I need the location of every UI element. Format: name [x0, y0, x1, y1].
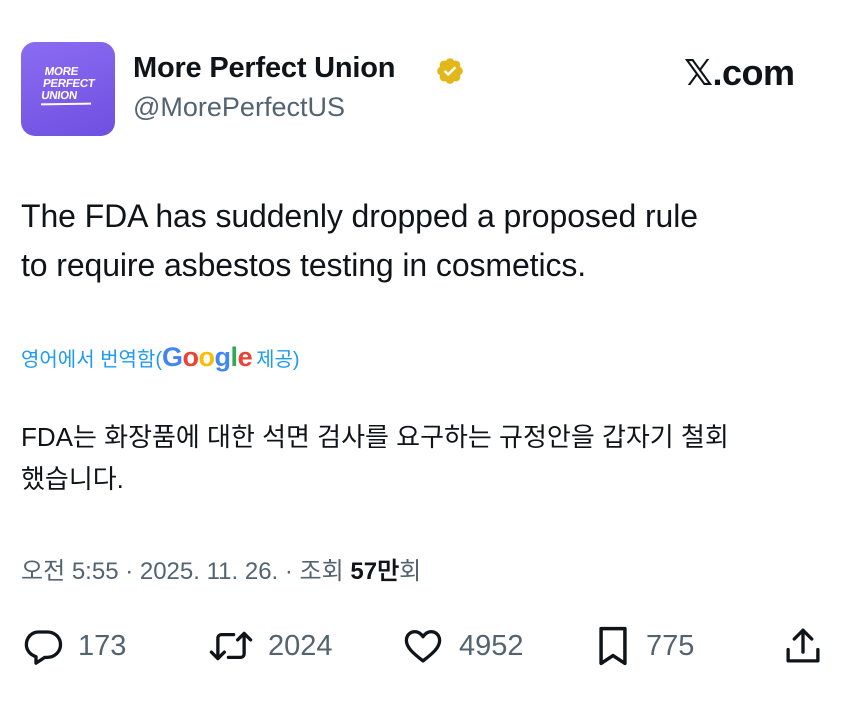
google-logo: Google	[162, 342, 253, 372]
x-com-logo: 𝕏.com	[684, 52, 795, 94]
tweet-timestamp[interactable]: 오전 5:55 · 2025. 11. 26. · 조회	[21, 558, 350, 585]
reply-button[interactable]: 173	[22, 618, 126, 674]
like-button[interactable]: 4952	[401, 618, 524, 674]
like-count: 4952	[459, 629, 524, 662]
view-count: 57만	[350, 558, 400, 585]
x-logo-suffix: .com	[712, 52, 796, 93]
tweet-text-line: to require asbestos testing in cosmetics…	[21, 247, 587, 283]
x-logo-icon: 𝕏	[684, 53, 713, 94]
reply-count: 173	[78, 629, 127, 662]
avatar-logo-line-2: PERFECT	[42, 78, 96, 90]
heart-icon	[404, 629, 442, 663]
bookmark-button[interactable]: 775	[594, 618, 694, 674]
author-handle[interactable]: @MorePerfectUS	[133, 92, 345, 123]
translation-prefix: 영어에서 번역함(	[21, 349, 163, 371]
bookmark-count: 775	[646, 629, 695, 662]
author-avatar[interactable]: MORE PERFECT UNION	[21, 42, 115, 136]
action-bar: 173 2024 4952 775	[0, 618, 850, 674]
share-button[interactable]	[782, 618, 824, 674]
repost-button[interactable]: 2024	[208, 618, 333, 674]
tweet-text-line: The FDA has suddenly dropped a proposed …	[21, 198, 698, 234]
translated-text: FDA는 화장품에 대한 석면 검사를 요구하는 규정안을 갑자기 철회 했습니…	[21, 416, 831, 500]
avatar-logo-text: MORE PERFECT UNION	[40, 66, 97, 102]
translation-suffix: 제공)	[256, 349, 300, 371]
repost-count: 2024	[268, 629, 333, 662]
reply-icon	[24, 630, 63, 665]
avatar-logo-underline	[40, 102, 92, 106]
translated-text-line: FDA는 화장품에 대한 석면 검사를 요구하는 규정안을 갑자기 철회	[21, 422, 729, 452]
bookmark-icon	[599, 626, 627, 666]
tweet-card: MORE PERFECT UNION More Perfect Union @M…	[0, 0, 850, 713]
tweet-meta: 오전 5:55 · 2025. 11. 26. · 조회 57만회	[21, 551, 421, 586]
verified-badge-icon[interactable]	[435, 56, 465, 86]
translation-attribution[interactable]: 영어에서 번역함( Google 제공)	[21, 342, 300, 373]
translated-text-line: 했습니다.	[21, 464, 124, 494]
avatar-logo-line-1: MORE	[43, 66, 79, 78]
view-count-suffix: 회	[399, 558, 422, 585]
share-icon	[786, 628, 820, 663]
avatar-logo-line-3: UNION	[40, 90, 78, 102]
author-display-name[interactable]: More Perfect Union	[133, 52, 395, 85]
tweet-text: The FDA has suddenly dropped a proposed …	[21, 192, 821, 290]
repost-icon	[209, 631, 253, 661]
